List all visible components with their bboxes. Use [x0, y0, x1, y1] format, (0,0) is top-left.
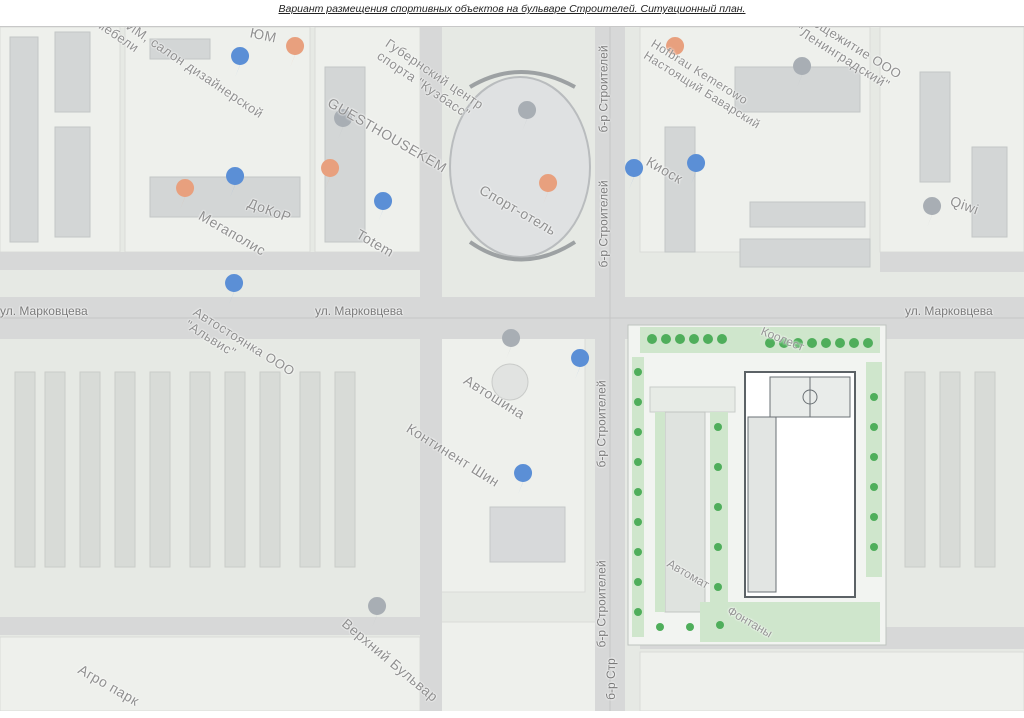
street-markovtseva-left: ул. Марковцева	[0, 304, 88, 318]
street-markovtseva-mid: ул. Марковцева	[315, 304, 403, 318]
document-title: Вариант размещения спортивных объектов н…	[278, 3, 746, 15]
situation-map[interactable]: ул. Марковцева ул. Марковцева ул. Марков…	[0, 26, 1024, 711]
street-builders-1: б-р Строителей	[596, 45, 611, 133]
street-builders-4: б-р Строителей	[594, 560, 609, 648]
street-builders-3: б-р Строителей	[594, 380, 609, 468]
map-canvas	[0, 27, 1024, 711]
street-builders-5: б-р Стр	[603, 658, 618, 700]
street-markovtseva-right: ул. Марковцева	[905, 304, 993, 318]
proposed-site-plan	[627, 324, 887, 646]
street-builders-2: б-р Строителей	[596, 180, 611, 268]
tire-shop-building	[489, 506, 566, 563]
page: Вариант размещения спортивных объектов н…	[0, 0, 1024, 718]
